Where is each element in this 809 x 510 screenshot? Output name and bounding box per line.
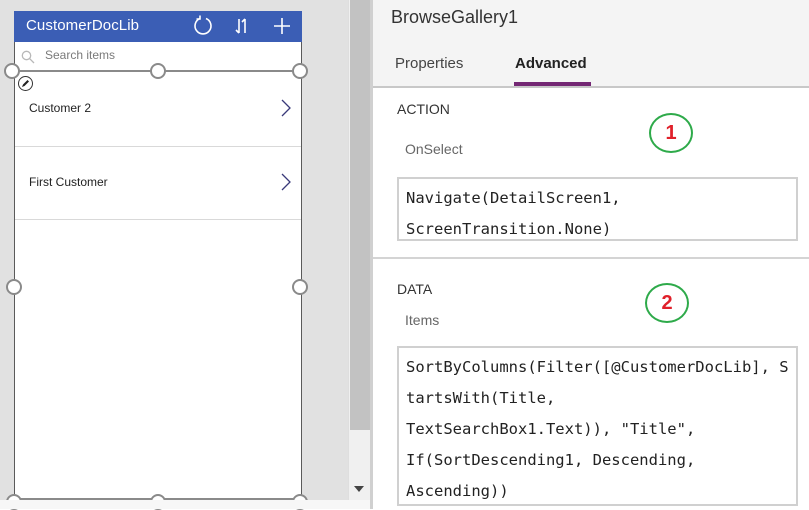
canvas-bottom-strip [0,500,372,509]
annotation-number: 1 [665,121,677,144]
tab-advanced[interactable]: Advanced [515,55,587,72]
annotation-badge-2: 2 [645,283,689,323]
section-title-data: DATA [397,281,433,297]
property-label-items: Items [405,312,440,328]
canvas-scrollbar[interactable] [348,0,370,500]
refresh-icon[interactable] [191,14,215,38]
gallery-item[interactable]: Customer 2 [15,74,301,147]
active-tab-indicator [514,82,591,86]
section-title-action: ACTION [397,101,450,117]
chevron-right-icon[interactable] [281,99,291,121]
add-icon[interactable] [270,14,294,38]
annotation-badge-1: 1 [649,113,693,153]
panel-header: BrowseGallery1 Properties Advanced [373,0,809,88]
items-formula-input[interactable]: SortByColumns(Filter([@CustomerDocLib], … [397,346,798,506]
sort-icon[interactable] [230,14,254,38]
annotation-number: 2 [661,291,673,314]
search-icon [21,49,35,68]
app-header: CustomerDocLib [14,11,302,42]
gallery-item-title: Customer 2 [29,101,92,115]
onselect-formula-input[interactable]: Navigate(DetailScreen1, ScreenTransition… [397,177,798,241]
search-input[interactable] [45,48,285,62]
resize-handle-right[interactable] [292,279,308,295]
gallery-item-title: First Customer [29,175,108,189]
chevron-right-icon[interactable] [281,173,291,195]
resize-handle-left[interactable] [6,279,22,295]
app-title: CustomerDocLib [26,17,140,34]
scrollbar-thumb[interactable] [350,0,370,430]
property-label-onselect: OnSelect [405,141,463,157]
gallery-item[interactable]: First Customer [15,147,301,220]
panel-title: BrowseGallery1 [391,7,519,27]
tab-properties[interactable]: Properties [395,55,463,72]
section-divider [373,257,809,259]
properties-panel: BrowseGallery1 Properties Advanced ACTIO… [370,0,809,509]
scroll-down-arrow-icon[interactable] [354,486,364,492]
